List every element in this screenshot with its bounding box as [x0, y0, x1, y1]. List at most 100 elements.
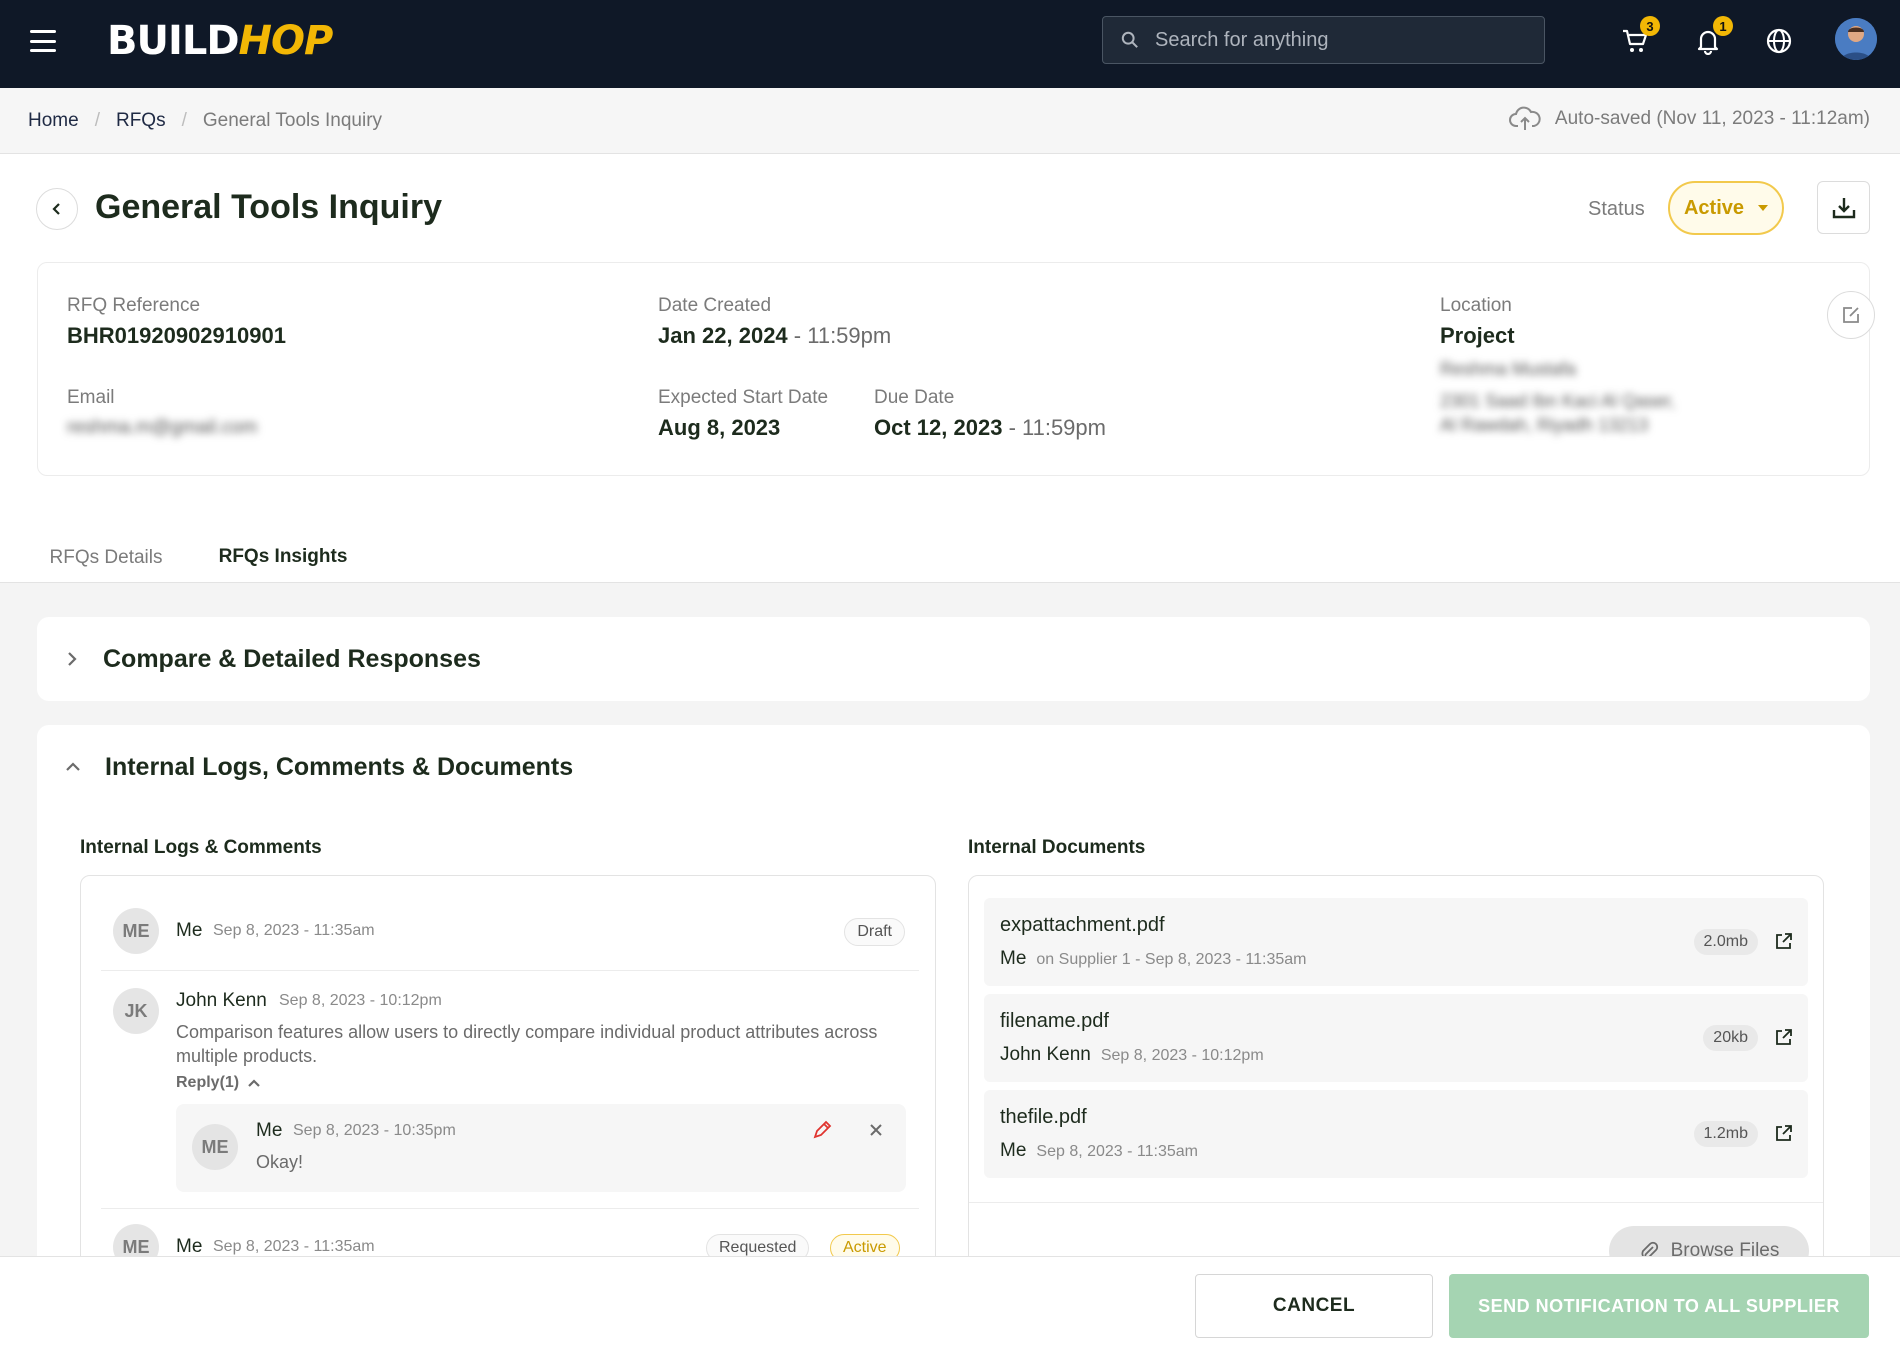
reply-body: Okay!: [256, 1152, 304, 1172]
document-meta: John Kenn Sep 8, 2023 - 10:12pm: [1000, 1044, 1264, 1066]
date-created-label: Date Created: [658, 295, 772, 316]
document-user: Me: [1000, 1140, 1027, 1161]
document-meta-text: Sep 8, 2023 - 11:35am: [1036, 1143, 1198, 1160]
avatar: JK: [113, 988, 159, 1034]
due-date-date: Oct 12, 2023: [874, 415, 1003, 440]
avatar: ME: [192, 1124, 238, 1170]
document-item[interactable]: filename.pdf John Kenn Sep 8, 2023 - 10:1…: [984, 994, 1808, 1082]
cart-button[interactable]: 3: [1618, 16, 1660, 58]
email-label: Email: [67, 387, 115, 408]
external-link-icon[interactable]: [1774, 1123, 1794, 1143]
tab-rfqs-insights[interactable]: RFQs Insights: [199, 532, 367, 584]
comment-time: Sep 8, 2023 - 11:35am: [213, 1238, 375, 1255]
comment-author: John Kenn: [176, 990, 267, 1011]
search-icon: [1121, 31, 1138, 48]
document-item[interactable]: thefile.pdf Me Sep 8, 2023 - 11:35am 1.2m…: [984, 1090, 1808, 1178]
internal-documents-subtitle: Internal Documents: [968, 837, 1146, 858]
notification-badge: 1: [1713, 16, 1733, 36]
compare-responses-toggle[interactable]: Compare & Detailed Responses: [37, 617, 1870, 701]
cart-badge: 3: [1640, 16, 1660, 36]
status-label: Status: [1588, 198, 1645, 220]
document-name: expattachment.pdf: [1000, 914, 1165, 936]
logo-text-hop: HOP: [238, 18, 334, 64]
language-button[interactable]: [1762, 24, 1796, 58]
date-created-time: - 11:59pm: [793, 323, 892, 348]
menu-icon[interactable]: [30, 30, 56, 52]
date-created-value: Jan 22, 2024 - 11:59pm: [658, 323, 891, 349]
document-item[interactable]: expattachment.pdf Me on Supplier 1 - Sep …: [984, 898, 1808, 986]
download-button[interactable]: [1817, 181, 1870, 234]
internal-logs-section: Internal Logs, Comments & Documents Inte…: [37, 725, 1870, 1295]
breadcrumb-current: General Tools Inquiry: [202, 110, 383, 131]
breadcrumb-separator: /: [181, 110, 187, 131]
internal-logs-subtitle: Internal Logs & Comments: [80, 837, 322, 858]
comment-author: Me: [176, 1236, 203, 1257]
autosave-status: Auto-saved (Nov 11, 2023 - 11:12am): [1508, 106, 1870, 132]
tab-rfqs-details[interactable]: RFQs Details: [28, 532, 184, 584]
edit-location-button[interactable]: [1827, 291, 1875, 339]
compare-responses-section: Compare & Detailed Responses: [37, 617, 1870, 701]
compare-responses-title: Compare & Detailed Responses: [103, 644, 481, 673]
comment-time: Sep 8, 2023 - 10:12pm: [279, 992, 442, 1009]
start-date-value: Aug 8, 2023: [658, 415, 781, 440]
autosave-text: Auto-saved (Nov 11, 2023 - 11:12am): [1554, 108, 1870, 129]
external-link-icon[interactable]: [1774, 1027, 1794, 1047]
reply-toggle[interactable]: Reply(1): [176, 1074, 261, 1092]
user-avatar[interactable]: [1835, 18, 1877, 60]
chevron-up-icon: [66, 762, 80, 771]
search-input[interactable]: [1155, 28, 1515, 52]
notifications-button[interactable]: 1: [1691, 16, 1733, 58]
documents-panel: expattachment.pdf Me on Supplier 1 - Sep …: [968, 875, 1824, 1295]
user-avatar-icon: [1835, 18, 1877, 60]
divider: [101, 1208, 919, 1209]
document-meta-text: Sep 8, 2023 - 10:12pm: [1100, 1047, 1264, 1064]
app-logo[interactable]: BUILDHOP: [107, 18, 334, 64]
download-icon: [1832, 197, 1855, 218]
pencil-icon[interactable]: [812, 1120, 832, 1140]
close-icon[interactable]: [868, 1122, 884, 1138]
document-size: 20kb: [1703, 1025, 1758, 1051]
caret-down-icon: [1758, 205, 1769, 211]
breadcrumb-home[interactable]: Home: [28, 110, 79, 132]
status-dropdown[interactable]: Active: [1668, 181, 1784, 235]
comment-author: Me: [176, 920, 203, 941]
breadcrumb-rfqs[interactable]: RFQs: [116, 110, 166, 132]
back-button[interactable]: [36, 188, 78, 230]
email-value: reshma.m@gmail.com: [67, 417, 258, 438]
breadcrumb-bar: Home / RFQs / General Tools Inquiry Auto…: [0, 88, 1900, 154]
document-meta-text: on Supplier 1 - Sep 8, 2023 - 11:35am: [1036, 951, 1307, 968]
divider: [969, 1202, 1823, 1203]
breadcrumb-separator: /: [94, 110, 100, 131]
search-bar[interactable]: [1102, 16, 1545, 64]
top-navbar: BUILDHOP 3 1: [0, 0, 1900, 88]
document-meta: Me on Supplier 1 - Sep 8, 2023 - 11:35am: [1000, 948, 1307, 970]
chevron-up-icon: [248, 1079, 260, 1087]
reply-card: ME Me Sep 8, 2023 - 10:35pm Okay!: [176, 1104, 906, 1192]
avatar: ME: [113, 908, 159, 954]
document-meta: Me Sep 8, 2023 - 11:35am: [1000, 1140, 1198, 1162]
edit-icon: [1843, 307, 1859, 323]
start-date-label: Expected Start Date: [658, 387, 829, 408]
action-footer: CANCEL SEND NOTIFICATION TO ALL SUPPLIER: [0, 1256, 1900, 1354]
document-size: 1.2mb: [1693, 1121, 1758, 1147]
external-link-icon[interactable]: [1774, 931, 1794, 951]
document-name: thefile.pdf: [1000, 1106, 1087, 1128]
reply-toggle-label: Reply(1): [176, 1074, 240, 1091]
cloud-upload-icon: [1508, 106, 1541, 130]
document-user: John Kenn: [1000, 1044, 1091, 1065]
internal-logs-toggle[interactable]: Internal Logs, Comments & Documents: [37, 725, 1870, 809]
status-value: Active: [1683, 196, 1745, 219]
location-address-line2: Al Rawdah, Riyadh 13213: [1440, 415, 1649, 435]
rfq-header: General Tools Inquiry Status Active RFQ …: [0, 154, 1900, 584]
chevron-left-icon: [52, 203, 60, 215]
status-badge-draft: Draft: [844, 918, 905, 946]
date-created-date: Jan 22, 2024: [658, 323, 788, 348]
logo-text-build: BUILD: [107, 18, 240, 64]
cancel-button[interactable]: CANCEL: [1195, 1274, 1433, 1338]
divider: [101, 970, 919, 971]
comments-panel: ME Me Sep 8, 2023 - 11:35am Draft JK Joh…: [80, 875, 936, 1295]
page-title: General Tools Inquiry: [95, 188, 442, 226]
internal-logs-title: Internal Logs, Comments & Documents: [105, 752, 574, 781]
location-label: Location: [1440, 295, 1512, 316]
send-notification-button[interactable]: SEND NOTIFICATION TO ALL SUPPLIER: [1449, 1274, 1869, 1338]
